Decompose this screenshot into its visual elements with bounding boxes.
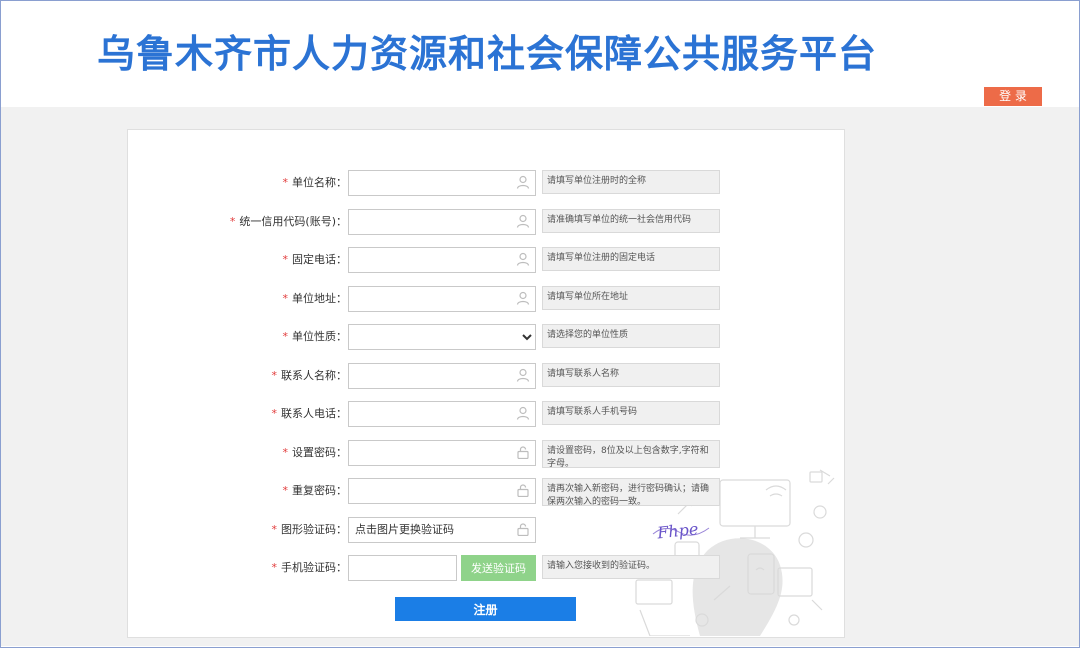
row-password: * 设置密码： 请设置密码，8位及以上包含数字,字符和字母。 — [128, 440, 844, 469]
user-icon — [516, 291, 530, 305]
site-header: 乌鲁木齐市人力资源和社会保障公共服务平台 登 录 — [1, 1, 1079, 107]
sms-code-label: 手机验证码： — [281, 561, 347, 574]
user-icon — [516, 406, 530, 420]
contact-phone-input[interactable] — [349, 402, 511, 425]
repeat-password-input[interactable] — [349, 479, 511, 502]
credit-code-label: 统一信用代码(账号)： — [239, 215, 347, 228]
contact-phone-field — [348, 401, 536, 427]
user-icon — [516, 214, 530, 228]
repeat-password-field — [348, 478, 536, 504]
sms-code-hint: 请输入您接收到的验证码。 — [542, 555, 720, 579]
address-hint: 请填写单位所在地址 — [542, 286, 720, 310]
password-label: 设置密码： — [292, 446, 347, 459]
lock-icon — [517, 484, 529, 497]
contact-name-label: 联系人名称： — [281, 369, 347, 382]
send-code-button[interactable]: 发送验证码 — [461, 555, 536, 581]
unit-name-label: 单位名称： — [292, 176, 347, 189]
unit-type-label: 单位性质： — [292, 330, 347, 343]
user-icon — [516, 368, 530, 382]
contact-phone-label: 联系人电话： — [281, 407, 347, 420]
row-contact-name: * 联系人名称： 请填写联系人名称 — [128, 363, 844, 389]
required-mark: * — [282, 176, 289, 189]
required-mark: * — [282, 253, 289, 266]
address-label: 单位地址： — [292, 292, 347, 305]
unit-type-field — [348, 324, 536, 350]
credit-code-input[interactable] — [349, 210, 511, 233]
row-credit-code: * 统一信用代码(账号)： 请准确填写单位的统一社会信用代码 — [128, 209, 844, 235]
site-title: 乌鲁木齐市人力资源和社会保障公共服务平台 — [97, 32, 878, 76]
row-phone: * 固定电话： 请填写单位注册的固定电话 — [128, 247, 844, 273]
user-icon — [516, 175, 530, 189]
required-mark: * — [282, 292, 289, 305]
user-icon — [516, 252, 530, 266]
lock-icon — [517, 446, 529, 459]
required-mark: * — [282, 484, 289, 497]
password-field — [348, 440, 536, 466]
unit-name-field — [348, 170, 536, 196]
captcha-input[interactable] — [349, 518, 511, 540]
address-field — [348, 286, 536, 312]
phone-label: 固定电话： — [292, 253, 347, 266]
contact-name-hint: 请填写联系人名称 — [542, 363, 720, 387]
captcha-text: Fhpe — [655, 519, 699, 542]
unit-name-input[interactable] — [349, 171, 511, 194]
required-mark: * — [271, 523, 278, 536]
contact-name-input[interactable] — [349, 364, 511, 387]
repeat-password-hint: 请再次输入新密码，进行密码确认；请确保两次输入的密码一致。 — [542, 478, 720, 507]
captcha-field — [348, 517, 536, 543]
password-hint: 请设置密码，8位及以上包含数字,字符和字母。 — [542, 440, 720, 469]
required-mark: * — [282, 446, 289, 459]
contact-name-field — [348, 363, 536, 389]
row-address: * 单位地址： 请填写单位所在地址 — [128, 286, 844, 312]
row-sms-code: * 手机验证码： 发送验证码 请输入您接收到的验证码。 — [128, 555, 844, 581]
row-captcha: * 图形验证码： — [128, 517, 844, 543]
sms-code-input[interactable] — [349, 557, 456, 579]
row-unit-type: * 单位性质： 请选择您的单位性质 — [128, 324, 844, 350]
required-mark: * — [271, 407, 278, 420]
row-unit-name: * 单位名称： 请填写单位注册时的全称 — [128, 170, 844, 196]
unit-name-hint: 请填写单位注册时的全称 — [542, 170, 720, 194]
phone-hint: 请填写单位注册的固定电话 — [542, 247, 720, 271]
unit-type-select[interactable] — [349, 325, 535, 349]
credit-code-hint: 请准确填写单位的统一社会信用代码 — [542, 209, 720, 233]
address-input[interactable] — [349, 287, 511, 310]
captcha-image[interactable]: Fhpe — [651, 516, 713, 542]
required-mark: * — [271, 369, 278, 382]
registration-panel: * 单位名称： 请填写单位注册时的全称 * 统一信用代码(账号)： 请准确填写单位的… — [127, 129, 845, 638]
required-mark: * — [229, 215, 236, 228]
lock-icon — [517, 523, 529, 536]
repeat-password-label: 重复密码： — [292, 484, 347, 497]
login-button[interactable]: 登 录 — [984, 87, 1042, 106]
contact-phone-hint: 请填写联系人手机号码 — [542, 401, 720, 425]
unit-type-hint: 请选择您的单位性质 — [542, 324, 720, 348]
captcha-label: 图形验证码： — [281, 523, 347, 536]
credit-code-field — [348, 209, 536, 235]
row-repeat-password: * 重复密码： 请再次输入新密码，进行密码确认；请确保两次输入的密码一致。 — [128, 478, 844, 507]
sms-code-field — [348, 555, 457, 581]
required-mark: * — [271, 561, 278, 574]
phone-field — [348, 247, 536, 273]
required-mark: * — [282, 330, 289, 343]
password-input[interactable] — [349, 441, 511, 464]
register-button[interactable]: 注册 — [395, 597, 576, 621]
phone-input[interactable] — [349, 248, 511, 271]
row-contact-phone: * 联系人电话： 请填写联系人手机号码 — [128, 401, 844, 427]
